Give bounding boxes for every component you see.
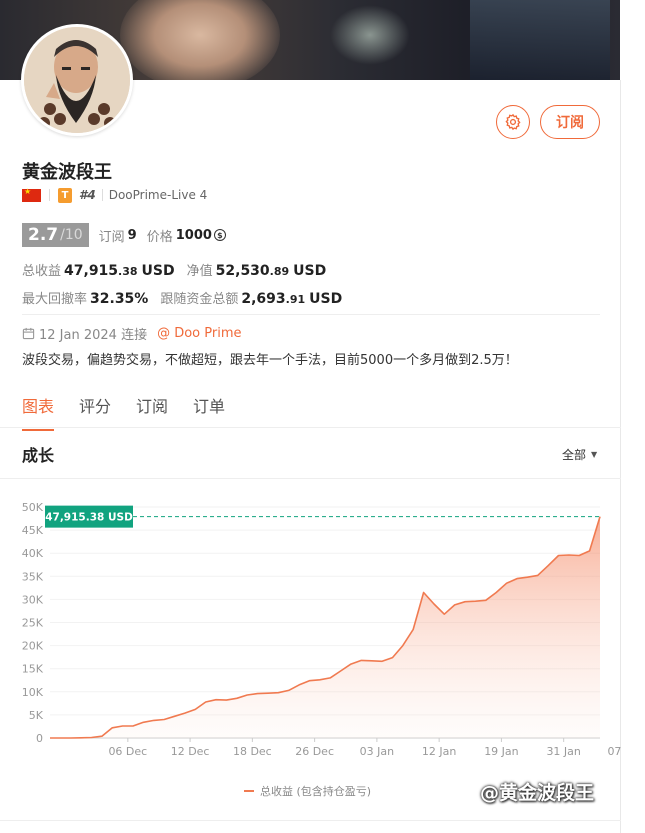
legend-label: 总收益 (包含持仓盈亏) [260,785,372,798]
drawdown-row: 最大回撤率 32.35% 跟随资金总额 2,693.91 USD [22,288,342,307]
y-tick-label: 30K [22,593,44,606]
connection-date: 12 Jan 2024 连接 [39,328,148,343]
china-flag-icon [22,187,41,202]
y-tick-label: 10K [22,686,44,699]
strategy-description: 波段交易，偏趋势交易，不做超短，跟去年一个手法，目前5000一个多月做到2.5万… [22,353,518,368]
y-tick-label: 45K [22,524,44,537]
x-tick-label: 26 Dec [295,745,334,758]
max-drawdown-value: 32.35% [90,291,149,307]
price-label: 价格 [146,229,173,245]
rank: #4 [79,188,96,202]
subscribe-count: 9 [127,227,137,243]
x-tick-label: 18 Dec [233,745,272,758]
caret-down-icon: ▼ [591,450,598,459]
gear-icon [505,113,521,131]
y-tick-label: 35K [22,570,44,583]
y-tick-label: 0 [36,732,43,745]
chart-legend[interactable]: 总收益 (包含持仓盈亏) [244,783,371,799]
divider [22,314,600,315]
tab-bar: 图表 评分 订阅 订单 [22,393,250,431]
growth-chart[interactable]: 0 5K 10K 15K 20K 25K 30K 35K 40K 45K 50K 06 Dec 12 D… [0,490,621,770]
legend-swatch [244,790,254,792]
tab-chart[interactable]: 图表 [22,393,55,431]
settings-button[interactable] [496,105,530,139]
net-value: 52,530 [215,263,270,279]
profit-row: 总收益 47,915.38 USD 净值 52,530.89 USD [22,260,326,279]
y-tick-label: 40K [22,547,44,560]
follow-funds-value: 2,693 [241,291,286,307]
broker-link[interactable]: @ Doo Prime [157,326,241,341]
y-tick-label: 5K [29,709,44,722]
y-tick-label: 50K [22,501,44,514]
range-dropdown[interactable]: 全部 ▼ [562,446,597,463]
tab-rating[interactable]: 评分 [79,393,111,431]
rating-row: 2.7 /10 订阅 9 价格 1000 $ [22,223,226,247]
series-area [50,516,600,738]
x-tick-label: 12 Jan [422,745,456,758]
chart-title: 成长 [22,446,55,465]
subscribe-button[interactable]: 订阅 [540,105,600,139]
calendar-icon [22,327,35,340]
x-tick-label: 19 Jan [484,745,518,758]
y-tick-label: 25K [22,617,44,630]
max-drawdown-label: 最大回撤率 [22,292,88,307]
x-tick-label: 12 Dec [171,745,210,758]
total-profit-label: 总收益 [22,264,62,279]
server-name: DooPrime-Live 4 [108,188,208,202]
trader-badges: T #4 DooPrime-Live 4 [22,187,207,203]
subscribe-count-label: 订阅 [98,229,125,245]
rating-badge: 2.7 /10 [22,223,89,247]
connection-info: 12 Jan 2024 连接 @ Doo Prime [22,324,242,343]
total-profit-value: 47,915 [64,263,119,279]
x-tick-label: 03 Jan [360,745,394,758]
tier-badge: T [58,187,72,203]
range-dropdown-value: 全部 [562,448,587,462]
y-tick-label: 15K [22,663,44,676]
tab-orders[interactable]: 订单 [193,393,225,431]
x-tick-label: 06 Dec [108,745,147,758]
net-value-label: 净值 [186,264,213,279]
y-tick-label: 20K [22,640,44,653]
x-tick-label: 07 Feb [607,745,621,758]
watermark: @黄金波段王 [480,782,595,804]
follow-funds-label: 跟随资金总额 [160,292,239,307]
trader-name: 黄金波段王 [22,162,112,183]
avatar[interactable] [21,24,133,136]
last-value-label: 47,915.38 USD [45,512,133,524]
x-tick-label: 31 Jan [546,745,580,758]
tab-subscription[interactable]: 订阅 [136,393,168,431]
price-value: 1000 [175,227,212,243]
coin-icon: $ [213,229,226,241]
